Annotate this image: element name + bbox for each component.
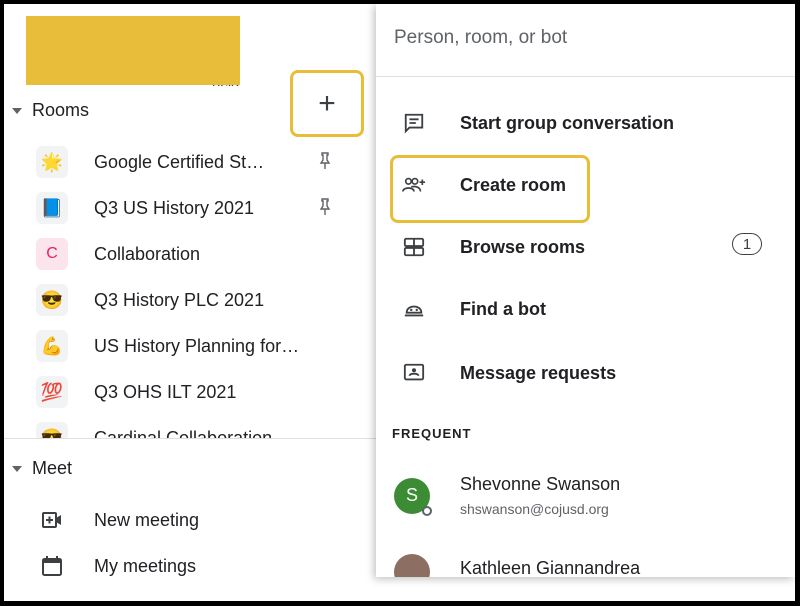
room-name: Google Certified St…	[94, 151, 265, 172]
menu-label: Find a bot	[460, 298, 546, 319]
contact-email: shswanson@cojusd.org	[460, 501, 609, 517]
sidebar: ncia Rooms + 🌟 Google Certified St… 📘 Q3…	[4, 4, 376, 601]
pin-icon[interactable]	[318, 198, 332, 216]
browse-rooms-item[interactable]: Browse rooms 1	[376, 216, 795, 278]
sunglasses-emoji-icon: 😎	[36, 422, 68, 438]
room-name: US History Planning for…	[94, 335, 300, 356]
star-emoji-icon: 🌟	[36, 146, 68, 178]
group-add-icon	[402, 173, 426, 197]
start-group-conversation-item[interactable]: Start group conversation	[376, 92, 795, 154]
room-name: Q3 US History 2021	[94, 197, 255, 218]
room-item[interactable]: 🌟 Google Certified St…	[36, 142, 336, 182]
pin-icon[interactable]	[318, 152, 332, 170]
new-chat-popup: Start group conversation Create room	[376, 4, 795, 577]
menu-label: Start group conversation	[460, 112, 675, 133]
meet-section-header[interactable]: Meet	[12, 458, 72, 479]
new-meeting-label: New meeting	[94, 509, 200, 530]
search-input[interactable]	[392, 26, 776, 50]
room-item[interactable]: C Collaboration	[36, 234, 336, 274]
find-a-bot-item[interactable]: Find a bot	[376, 278, 795, 340]
caret-down-icon	[12, 465, 22, 472]
browse-rooms-icon	[402, 235, 426, 259]
redaction-box	[26, 16, 240, 85]
avatar	[394, 554, 430, 577]
avatar-initial: S	[405, 485, 418, 505]
bot-icon	[402, 297, 426, 321]
room-item[interactable]: 😎 Q3 History PLC 2021	[36, 280, 336, 320]
meet-header-label: Meet	[32, 458, 73, 478]
menu-label: Message requests	[460, 362, 617, 383]
frequent-header: FREQUENT	[392, 426, 472, 441]
rooms-section-header[interactable]: Rooms	[12, 100, 89, 121]
contact-item[interactable]: S Shevonne Swanson shswanson@cojusd.org	[394, 474, 620, 517]
message-requests-item[interactable]: Message requests	[376, 342, 795, 404]
calendar-icon	[40, 554, 64, 578]
room-item[interactable]: 💯 Q3 OHS ILT 2021	[36, 372, 336, 412]
caret-down-icon	[12, 107, 22, 114]
plus-icon: +	[318, 86, 336, 120]
menu-label: Create room	[460, 174, 567, 195]
room-name: Q3 OHS ILT 2021	[94, 381, 237, 402]
room-item[interactable]: 💪 US History Planning for…	[36, 326, 336, 366]
flexed-biceps-emoji-icon: 💪	[36, 330, 68, 362]
room-item[interactable]: 😎 Cardinal Collaboration	[36, 418, 336, 438]
hundred-points-emoji-icon: 💯	[36, 376, 68, 408]
presence-indicator	[422, 505, 432, 516]
blue-book-emoji-icon: 📘	[36, 192, 68, 224]
sidebar-divider	[4, 438, 376, 439]
my-meetings-item[interactable]: My meetings	[40, 554, 196, 578]
app-frame: ncia Rooms + 🌟 Google Certified St… 📘 Q3…	[4, 4, 795, 601]
my-meetings-label: My meetings	[94, 555, 197, 576]
count-badge: 1	[732, 233, 762, 255]
room-name: Collaboration	[94, 243, 201, 264]
rooms-header-label: Rooms	[32, 100, 90, 120]
message-requests-icon	[402, 361, 426, 385]
create-room-item[interactable]: Create room	[376, 154, 795, 216]
add-room-button[interactable]: +	[290, 70, 364, 137]
room-name: Q3 History PLC 2021	[94, 289, 265, 310]
contact-name: Kathleen Giannandrea	[460, 558, 641, 577]
search-bar	[376, 4, 795, 77]
avatar: S	[394, 477, 432, 516]
contact-name: Shevonne Swanson	[460, 474, 621, 494]
chat-icon	[402, 111, 426, 135]
menu-label: Browse rooms	[460, 236, 586, 257]
letter-c-icon: C	[36, 238, 68, 270]
rooms-list: 🌟 Google Certified St… 📘 Q3 US History 2…	[4, 136, 376, 438]
new-meeting-item[interactable]: New meeting	[40, 508, 199, 532]
contact-item[interactable]: Kathleen Giannandrea	[394, 554, 640, 577]
room-item[interactable]: 📘 Q3 US History 2021	[36, 188, 336, 228]
sunglasses-emoji-icon: 😎	[36, 284, 68, 316]
new-meeting-icon	[40, 508, 64, 532]
room-name: Cardinal Collaboration	[94, 427, 273, 439]
